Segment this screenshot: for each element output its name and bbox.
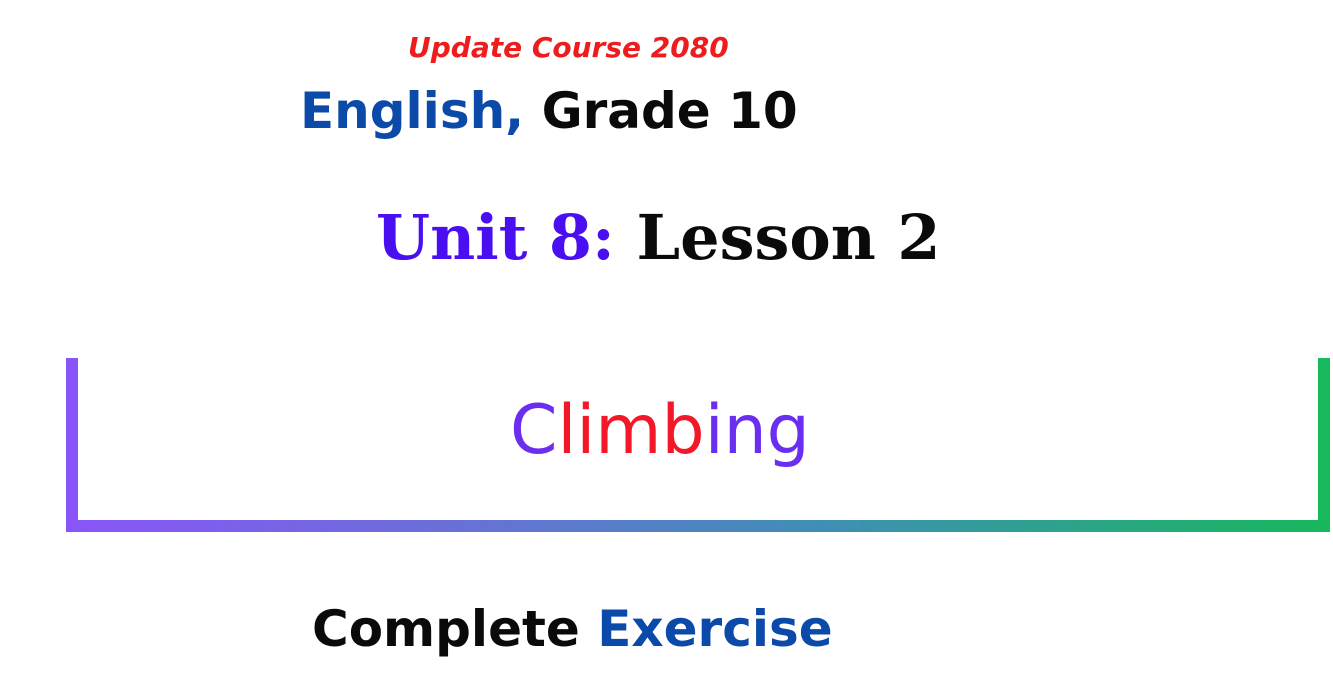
lesson-title-part1: C bbox=[510, 391, 558, 470]
update-course-label: Update Course 2080 bbox=[408, 28, 729, 68]
unit-lesson-heading: Unit 8: Lesson 2 bbox=[376, 198, 941, 278]
subject-text: English, bbox=[300, 82, 525, 140]
lesson-title: Climbing bbox=[510, 386, 810, 476]
bracket-bottom-bar bbox=[66, 520, 1330, 532]
lesson-title-part3: ing bbox=[704, 391, 810, 470]
complete-word: Complete bbox=[312, 600, 580, 658]
grade-text: Grade 10 bbox=[524, 82, 798, 140]
bracket-right-bar bbox=[1318, 358, 1330, 532]
bracket-left-bar bbox=[66, 358, 78, 532]
unit-label: Unit 8: bbox=[376, 201, 615, 274]
lesson-label: Lesson 2 bbox=[614, 201, 941, 274]
complete-exercise-label: Complete Exercise bbox=[312, 594, 833, 664]
exercise-word: Exercise bbox=[579, 600, 833, 658]
update-course-text: Update Course 2080 bbox=[408, 31, 729, 64]
subject-grade-heading: English, Grade 10 bbox=[300, 76, 798, 146]
lesson-title-part2: limb bbox=[557, 391, 705, 470]
